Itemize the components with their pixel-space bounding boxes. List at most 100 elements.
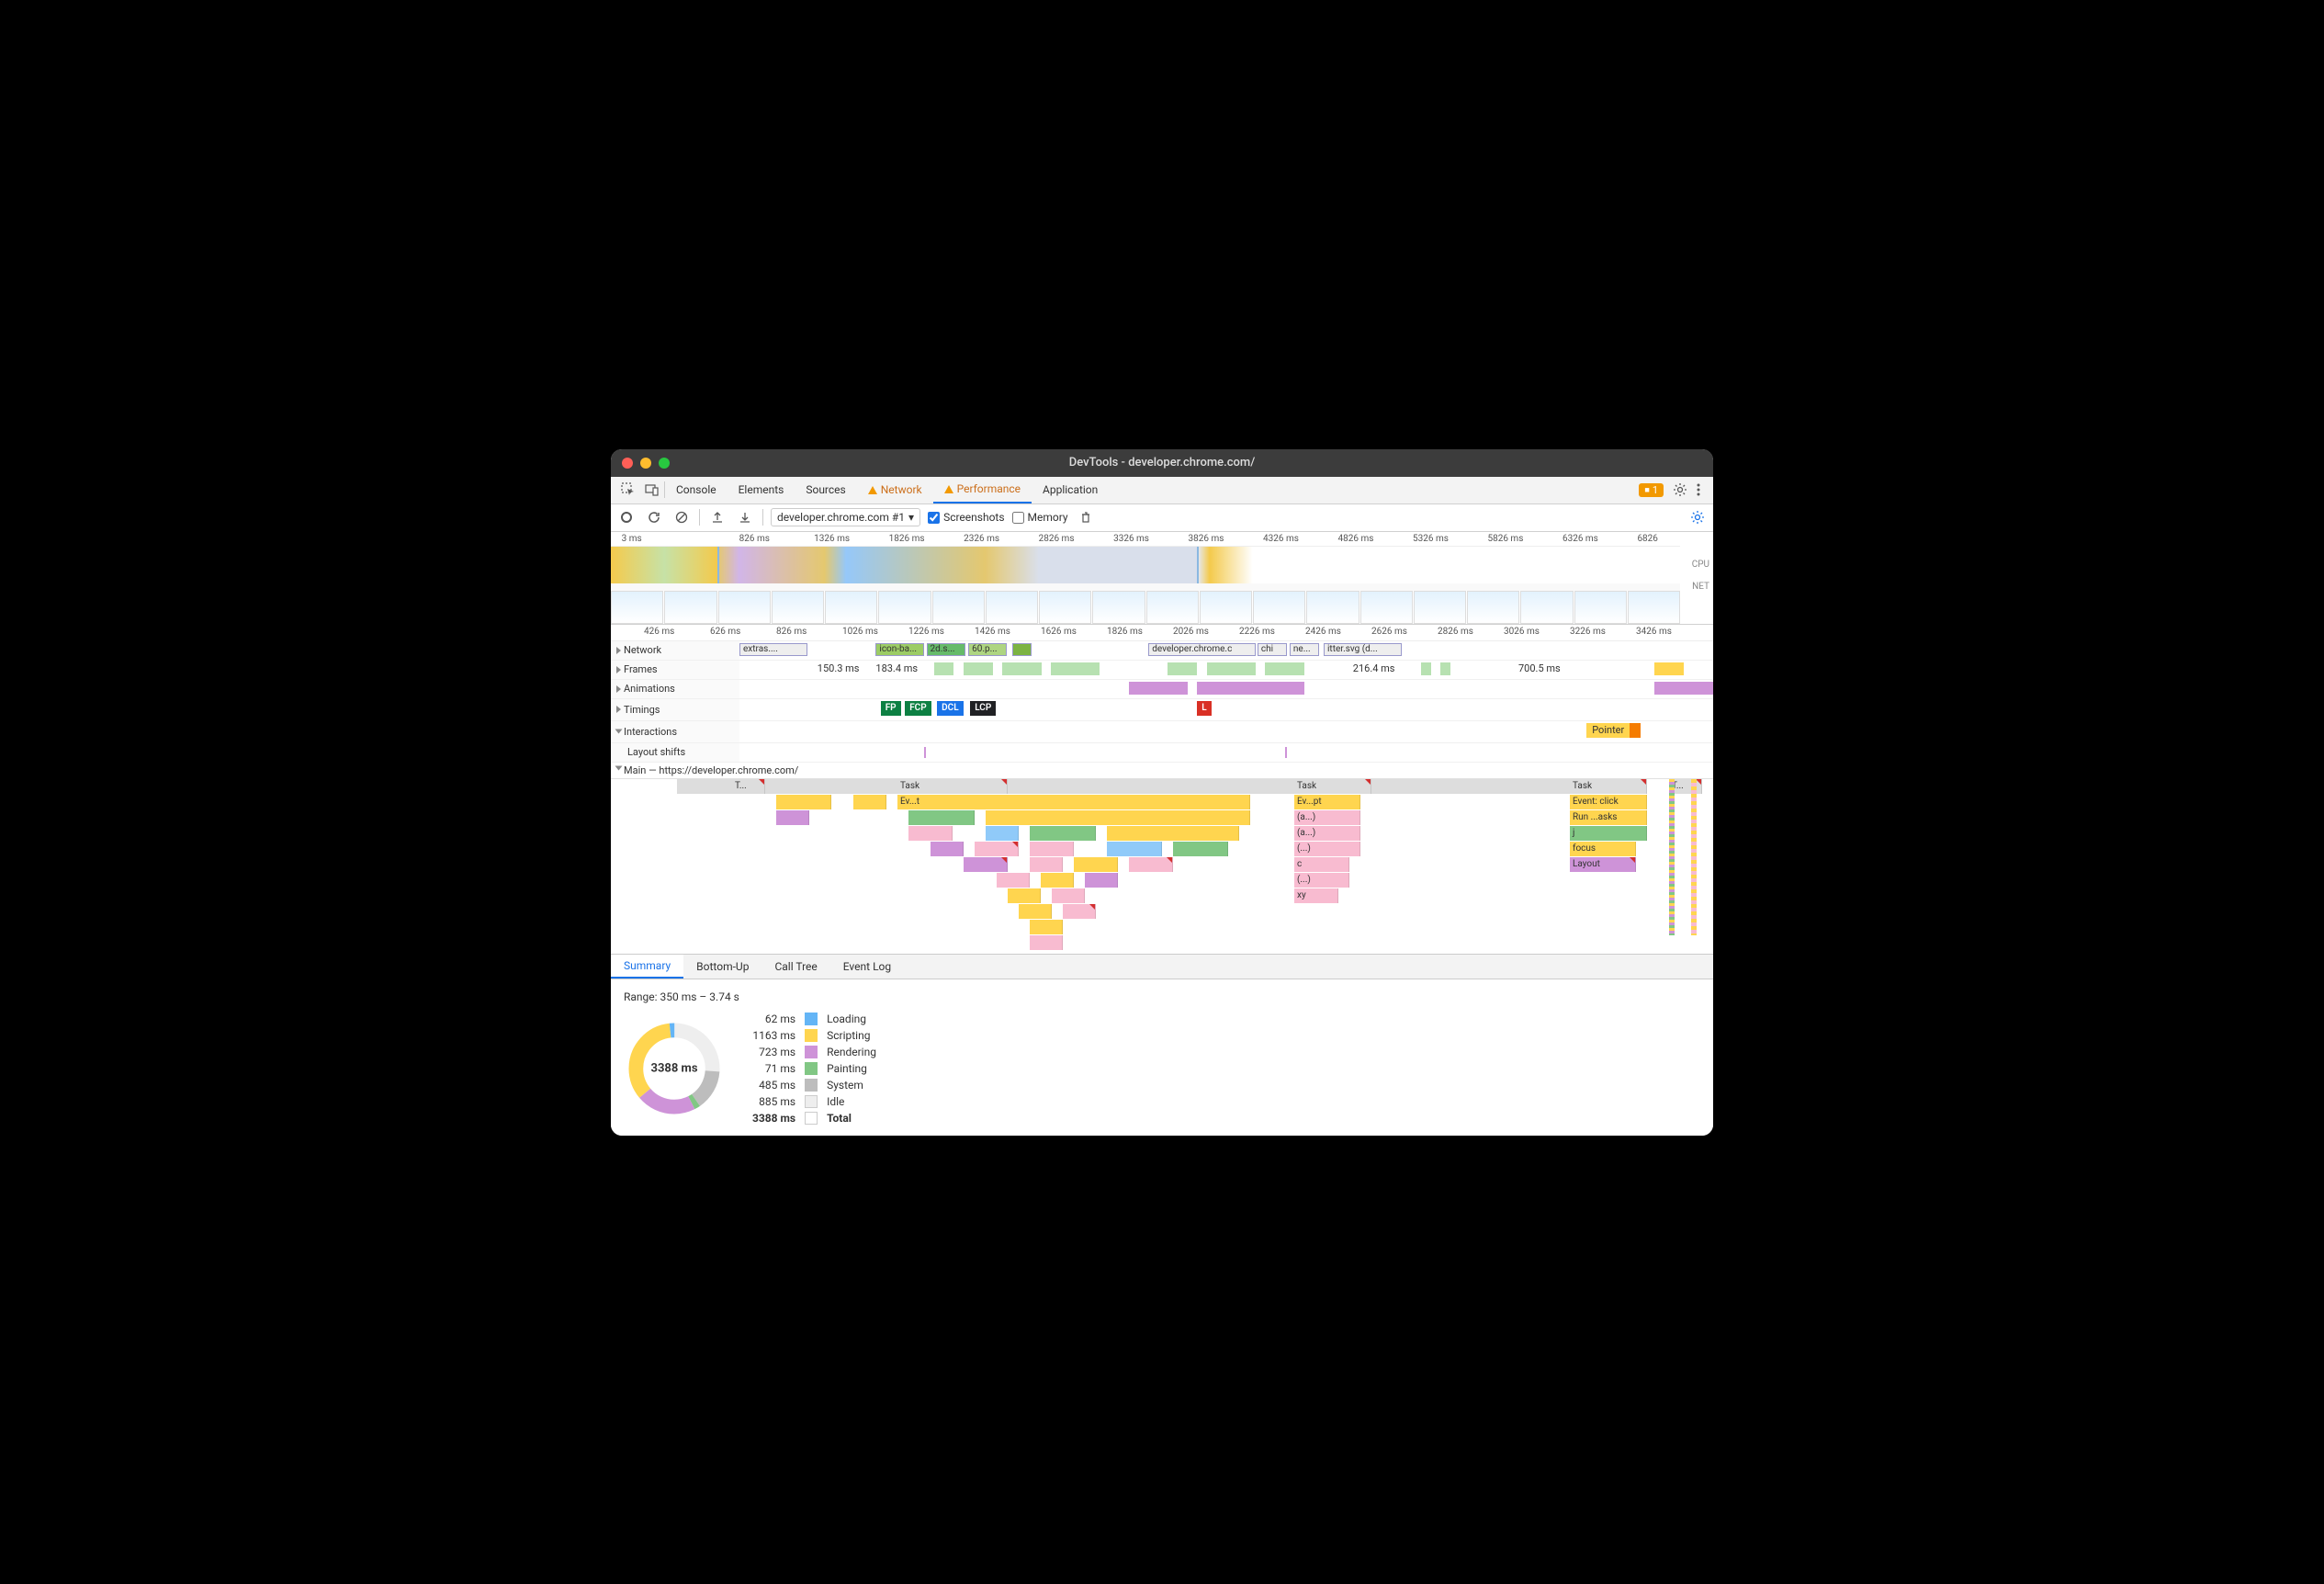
disclosure-icon[interactable] [615, 730, 623, 734]
memory-checkbox[interactable]: Memory [1012, 511, 1068, 524]
frame-bar[interactable] [1265, 662, 1303, 675]
flame-event[interactable] [1030, 857, 1063, 872]
main-flame-chart[interactable]: T... Task Task Task T... Ev...t Ev...pt … [611, 779, 1713, 954]
track-network[interactable]: Network extras.... icon-ba... 2d.s... 60… [611, 641, 1713, 661]
reload-record-button[interactable] [644, 507, 664, 527]
flame-event[interactable]: xy [1294, 888, 1338, 903]
record-button[interactable] [616, 507, 637, 527]
minimize-window-button[interactable] [640, 458, 651, 469]
issues-badge[interactable]: ■1 [1639, 483, 1664, 497]
frame-bar[interactable] [1051, 662, 1100, 675]
track-frames[interactable]: Frames 150.3 ms 183.4 ms 216.4 ms 700.5 … [611, 661, 1713, 680]
flame-event[interactable]: j [1570, 826, 1647, 841]
network-request[interactable]: extras.... [739, 643, 807, 656]
frame-bar[interactable] [1002, 662, 1041, 675]
tab-summary[interactable]: Summary [611, 955, 683, 979]
layout-shift-marker[interactable] [1285, 747, 1287, 758]
flame-event[interactable]: Event: click [1570, 795, 1647, 809]
animation-bar[interactable] [1654, 682, 1713, 695]
frame-bar[interactable] [1207, 662, 1256, 675]
tab-performance[interactable]: Performance [933, 477, 1032, 503]
flame-event[interactable] [853, 795, 886, 809]
flame-event[interactable]: Task [1294, 779, 1371, 794]
disclosure-icon[interactable] [616, 706, 621, 713]
tracks-pane[interactable]: Network extras.... icon-ba... 2d.s... 60… [611, 641, 1713, 954]
save-profile-button[interactable] [735, 507, 755, 527]
network-request[interactable]: chi [1258, 643, 1287, 656]
flame-event[interactable] [1052, 888, 1085, 903]
flame-event[interactable]: Ev...t [897, 795, 1250, 809]
timing-fp[interactable]: FP [881, 701, 901, 716]
layout-shift-marker[interactable] [924, 747, 926, 758]
track-animations[interactable]: Animations [611, 680, 1713, 699]
network-request[interactable]: 60.p... [968, 643, 1007, 656]
track-layout-shifts[interactable]: Layout shifts [611, 743, 1713, 763]
flame-event[interactable] [1019, 904, 1052, 919]
flame-event[interactable] [1030, 920, 1063, 934]
network-request[interactable]: ne... [1290, 643, 1319, 656]
interaction-pointer[interactable]: Pointer [1586, 723, 1641, 738]
track-timings[interactable]: Timings FP FCP DCL LCP L [611, 699, 1713, 721]
network-request[interactable]: developer.chrome.c [1148, 643, 1256, 656]
device-toolbar-icon[interactable] [640, 482, 664, 497]
overview-selection-handles[interactable] [717, 547, 1199, 583]
tab-call-tree[interactable]: Call Tree [762, 955, 829, 979]
flame-event[interactable] [776, 810, 809, 825]
flame-event[interactable]: (...) [1294, 842, 1360, 856]
zoom-window-button[interactable] [659, 458, 670, 469]
flame-event[interactable] [1008, 888, 1041, 903]
tab-application[interactable]: Application [1032, 477, 1109, 503]
frame-bar[interactable] [964, 662, 993, 675]
more-menu-icon[interactable] [1697, 482, 1700, 497]
capture-settings-icon[interactable] [1687, 507, 1708, 527]
inspect-element-icon[interactable] [616, 482, 640, 497]
flame-event[interactable] [964, 857, 1008, 872]
frame-bar[interactable] [1421, 662, 1431, 675]
flame-event[interactable] [1041, 873, 1074, 888]
frame-bar[interactable] [1168, 662, 1197, 675]
flame-event[interactable]: Ev...pt [1294, 795, 1360, 809]
tab-bottom-up[interactable]: Bottom-Up [683, 955, 762, 979]
frame-bar[interactable] [934, 662, 953, 675]
network-request[interactable]: icon-ba... [875, 643, 924, 656]
screenshots-checkbox[interactable]: Screenshots [928, 511, 1004, 524]
close-window-button[interactable] [622, 458, 633, 469]
timing-load[interactable]: L [1197, 701, 1211, 716]
flame-event[interactable] [997, 873, 1030, 888]
network-request[interactable]: itter.svg (d... [1324, 643, 1402, 656]
flame-event[interactable]: Layout [1570, 857, 1636, 872]
flame-event[interactable] [908, 826, 953, 841]
flame-event[interactable] [931, 842, 964, 856]
tab-sources[interactable]: Sources [795, 477, 856, 503]
load-profile-button[interactable] [707, 507, 728, 527]
tab-event-log[interactable]: Event Log [830, 955, 904, 979]
flame-event[interactable] [986, 826, 1019, 841]
timing-fcp[interactable]: FCP [905, 701, 931, 716]
flame-event[interactable] [908, 810, 975, 825]
flame-event[interactable] [1074, 857, 1118, 872]
flame-event[interactable]: c [1294, 857, 1349, 872]
flame-event[interactable] [1063, 904, 1096, 919]
network-request[interactable] [1012, 643, 1032, 656]
flame-event[interactable] [1030, 935, 1063, 950]
flame-event[interactable] [776, 795, 831, 809]
tab-network[interactable]: Network [857, 477, 933, 503]
disclosure-icon[interactable] [616, 647, 621, 654]
animation-bar[interactable] [1129, 682, 1188, 695]
flame-event[interactable]: (a...) [1294, 810, 1360, 825]
flame-event[interactable]: (a...) [1294, 826, 1360, 841]
timing-dcl[interactable]: DCL [937, 701, 963, 716]
disclosure-icon[interactable] [616, 685, 621, 693]
recording-selector[interactable]: developer.chrome.com #1▾ [771, 508, 920, 526]
flame-event[interactable] [1030, 842, 1074, 856]
flame-event[interactable] [1173, 842, 1228, 856]
flame-task-strip[interactable] [677, 779, 1647, 794]
flame-event[interactable]: T... [732, 779, 765, 794]
disclosure-icon[interactable] [615, 765, 623, 770]
disclosure-icon[interactable] [616, 666, 621, 673]
track-main[interactable]: Main — https://developer.chrome.com/ [611, 763, 1713, 779]
flame-event[interactable] [1107, 842, 1162, 856]
tab-elements[interactable]: Elements [728, 477, 795, 503]
flame-event[interactable]: Task [897, 779, 1008, 794]
animation-bar[interactable] [1197, 682, 1304, 695]
